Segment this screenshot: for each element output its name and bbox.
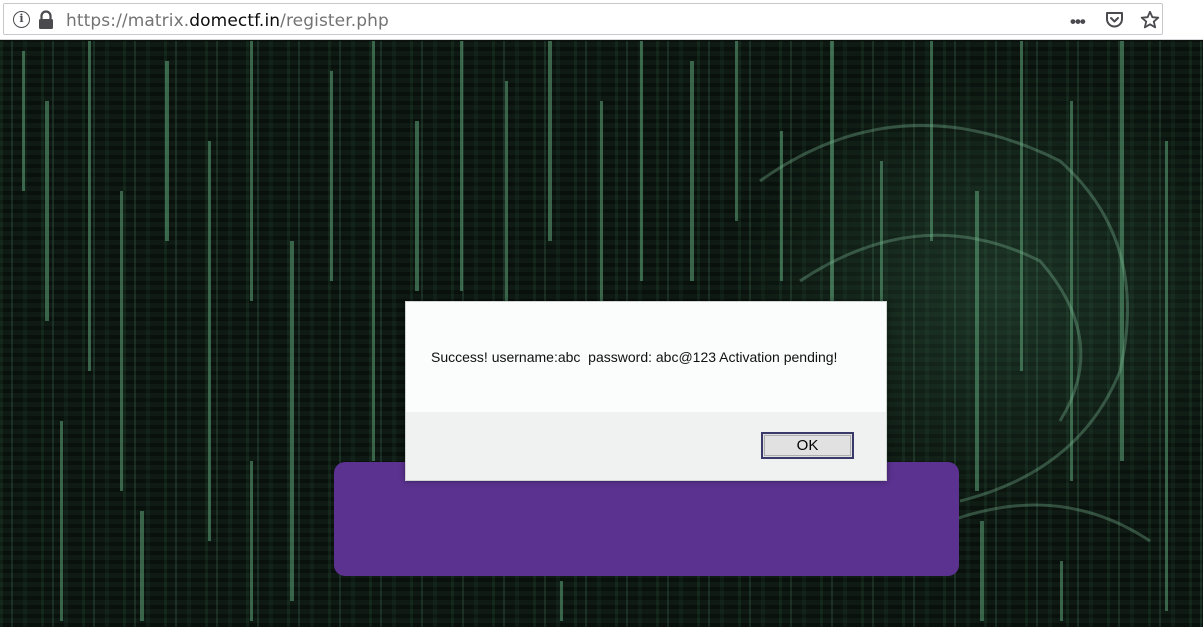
alert-message: Success! username:abc password: abc@123 …: [431, 349, 838, 365]
more-icon[interactable]: •••: [1070, 12, 1086, 32]
url-bar[interactable]: i https://matrix.domectf.in/register.php…: [3, 3, 1163, 35]
pocket-icon[interactable]: [1105, 11, 1124, 29]
url-host: domectf.in: [189, 11, 281, 31]
dialog-footer: OK: [406, 412, 886, 480]
url-text[interactable]: https://matrix.domectf.in/register.php: [66, 11, 389, 31]
alert-dialog: Success! username:abc password: abc@123 …: [405, 301, 887, 481]
info-icon[interactable]: i: [13, 11, 30, 28]
browser-toolbar: i https://matrix.domectf.in/register.php…: [0, 0, 1203, 40]
ok-button[interactable]: OK: [761, 432, 854, 459]
star-icon[interactable]: [1140, 10, 1160, 30]
url-path: /register.php: [280, 11, 389, 31]
url-scheme: https://matrix.: [66, 11, 190, 31]
lock-icon[interactable]: [37, 10, 55, 30]
